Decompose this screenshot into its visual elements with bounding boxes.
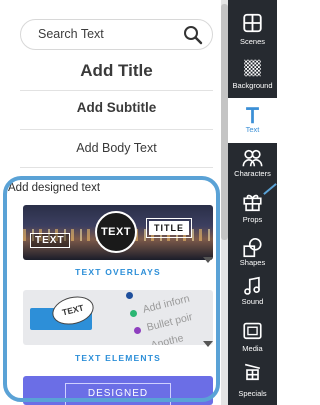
search-icon[interactable] — [183, 25, 203, 45]
sidebar-item-characters[interactable]: Characters — [228, 143, 277, 189]
add-subtitle-button[interactable]: Add Subtitle — [20, 100, 213, 115]
tool-sidebar: Scenes Background Text Characters Props — [228, 0, 277, 405]
divider — [20, 90, 213, 91]
sidebar-item-background[interactable]: Background — [228, 48, 277, 98]
sidebar-item-media[interactable]: Media — [228, 322, 277, 363]
sidebar-item-label: Background — [232, 81, 273, 90]
sound-icon — [244, 276, 260, 295]
highlight-ring — [3, 176, 220, 402]
divider — [20, 129, 213, 130]
sidebar-item-props[interactable]: Props — [228, 189, 277, 235]
sidebar-item-label: Media — [242, 344, 263, 353]
characters-icon — [242, 149, 263, 167]
props-icon — [243, 194, 262, 212]
sidebar-item-label: Shapes — [239, 258, 266, 267]
search-input[interactable]: Search Text — [20, 19, 213, 50]
sidebar-item-label: Props — [242, 215, 263, 224]
scrollbar-thumb[interactable] — [221, 4, 228, 240]
media-icon — [243, 322, 262, 340]
shapes-icon — [243, 238, 262, 258]
add-body-text-button[interactable]: Add Body Text — [20, 141, 213, 155]
background-icon — [244, 59, 261, 77]
add-title-button[interactable]: Add Title — [20, 61, 213, 81]
sidebar-item-label: Text — [245, 125, 260, 134]
sidebar-item-specials[interactable]: Specials — [228, 363, 277, 405]
specials-icon — [244, 363, 261, 381]
scenes-icon — [243, 13, 262, 33]
search-placeholder: Search Text — [38, 27, 104, 41]
text-icon — [246, 107, 259, 124]
divider — [20, 167, 213, 168]
sidebar-item-label: Sound — [241, 297, 264, 306]
sidebar-item-sound[interactable]: Sound — [228, 276, 277, 323]
sidebar-item-scenes[interactable]: Scenes — [228, 0, 277, 48]
sidebar-item-label: Specials — [238, 389, 267, 398]
sidebar-item-text[interactable]: Text — [228, 98, 277, 143]
sidebar-item-label: Scenes — [239, 37, 266, 46]
sidebar-item-label: Characters — [234, 169, 271, 178]
